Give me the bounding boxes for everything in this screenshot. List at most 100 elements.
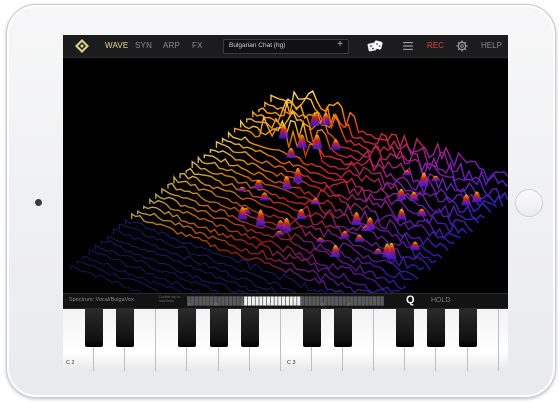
- spectrum-peak: [410, 241, 421, 251]
- mini-key: [372, 296, 377, 306]
- piano-black-key[interactable]: [334, 309, 353, 347]
- mini-key: [232, 296, 236, 306]
- mini-key: [312, 296, 316, 306]
- spectrum-peak: [281, 217, 292, 232]
- home-button[interactable]: [515, 189, 543, 217]
- spectrum-ridge-line: [112, 228, 276, 293]
- piano-black-key[interactable]: [209, 309, 228, 347]
- piano-black-key[interactable]: [302, 309, 321, 347]
- spectrum-peak: [286, 148, 297, 158]
- mini-key-visible-range: [297, 296, 301, 306]
- mini-key-visible-range: [263, 296, 267, 306]
- spectrum-peak: [237, 186, 248, 192]
- mini-key-visible-range: [274, 296, 278, 306]
- mini-key: [365, 296, 369, 306]
- mini-key: [228, 296, 233, 306]
- mini-key: [361, 296, 365, 306]
- piano-black-key[interactable]: [240, 309, 259, 347]
- mini-key-visible-range: [270, 296, 274, 306]
- spectrum-peak: [471, 191, 482, 203]
- mini-keyboard-navigator[interactable]: C1 C2 C3 C4 C5 C6 C7: [187, 296, 384, 306]
- spectrum-peak: [396, 208, 407, 220]
- piano-black-key[interactable]: [458, 309, 477, 347]
- spectrum-peak: [259, 192, 270, 201]
- mini-key: [202, 296, 206, 306]
- mini-key: [225, 296, 229, 306]
- spectrum-peak: [373, 248, 384, 255]
- spectrum-label: Spectrum: Vocal/BulgaVox: [69, 297, 134, 303]
- mini-key-visible-range: [289, 296, 293, 306]
- spectrum-peak: [281, 176, 292, 190]
- spectrum-peak: [315, 237, 326, 243]
- spectrum-peak: [312, 134, 323, 150]
- mini-key: [353, 296, 358, 306]
- spectrum-peak: [418, 172, 429, 187]
- mini-key: [350, 296, 354, 306]
- q-button[interactable]: Q: [406, 294, 415, 306]
- spectrum-ridge-line: [149, 197, 400, 293]
- tab-arp[interactable]: ARP: [163, 41, 180, 50]
- mini-key: [323, 296, 327, 306]
- tab-fx[interactable]: FX: [192, 41, 203, 50]
- mini-key: [221, 296, 225, 306]
- add-preset-button[interactable]: +: [337, 39, 343, 50]
- mini-key-visible-range: [247, 296, 252, 306]
- mini-key: [217, 296, 221, 306]
- mini-key: [357, 296, 361, 306]
- mini-keyboard-octave-label: C3: [241, 302, 245, 306]
- app-screen: WAVE SYN ARP FX Bulgarian Chat (hg) + RE…: [63, 35, 508, 371]
- mini-key-visible-range: [244, 296, 248, 306]
- preset-name: Bulgarian Chat (hg): [229, 42, 286, 49]
- mini-key: [304, 296, 308, 306]
- piano-black-key[interactable]: [85, 309, 104, 347]
- spectrum-peak: [330, 139, 341, 150]
- mini-key: [194, 296, 199, 306]
- app-logo-icon[interactable]: [75, 39, 89, 53]
- mini-key: [300, 296, 305, 306]
- spectrum-peak: [310, 197, 321, 205]
- spectrum-display[interactable]: [63, 58, 508, 293]
- gear-icon[interactable]: [456, 40, 468, 52]
- preset-selector[interactable]: Bulgarian Chat (hg) +: [223, 39, 349, 54]
- spectrum-peak: [351, 211, 362, 225]
- spectrum-peak: [430, 175, 441, 182]
- mini-keyboard-octave-label: C6: [321, 302, 325, 306]
- double-tap-hint: Double tap to lock keys: [159, 295, 181, 303]
- mini-key: [191, 296, 195, 306]
- piano-keyboard: [63, 309, 508, 371]
- camera: [35, 199, 42, 206]
- menu-icon[interactable]: [403, 42, 413, 50]
- mini-key: [376, 296, 380, 306]
- piano-white-key[interactable]: [498, 309, 508, 371]
- mini-key-visible-range: [285, 296, 289, 306]
- mini-key: [338, 296, 343, 306]
- mini-keyboard-octave-label: C1: [188, 302, 192, 306]
- rec-button[interactable]: REC: [427, 41, 444, 50]
- spectrum-ridge-line: [76, 260, 160, 293]
- piano-black-key[interactable]: [116, 309, 135, 347]
- mini-key: [210, 296, 214, 306]
- mini-keyboard-octave-label: C5: [294, 302, 298, 306]
- mini-key: [342, 296, 346, 306]
- piano-black-key[interactable]: [427, 309, 446, 347]
- spectrum-peak: [330, 244, 341, 258]
- dice-randomize-icon[interactable]: [367, 40, 383, 52]
- mini-key-visible-range: [278, 296, 282, 306]
- mini-key: [236, 296, 240, 306]
- tab-wave[interactable]: WAVE: [105, 41, 128, 50]
- tablet-frame: WAVE SYN ARP FX Bulgarian Chat (hg) + RE…: [6, 4, 556, 398]
- octave-label-c3: C 3: [287, 360, 296, 366]
- tab-syn[interactable]: SYN: [135, 41, 152, 50]
- mini-key-visible-range: [259, 296, 263, 306]
- spectrum-peak: [292, 167, 303, 183]
- spectrum-peak: [365, 217, 376, 230]
- hold-button[interactable]: HOLD: [431, 297, 450, 304]
- mini-keyboard-octave-label: C7: [347, 302, 351, 306]
- spectrum-ridges: [70, 90, 508, 293]
- mini-key: [335, 296, 339, 306]
- help-button[interactable]: HELP: [481, 41, 502, 50]
- piano-black-key[interactable]: [396, 309, 415, 347]
- mini-keyboard-octave-label: C4: [268, 302, 272, 306]
- piano-black-key[interactable]: [178, 309, 197, 347]
- mini-key: [316, 296, 320, 306]
